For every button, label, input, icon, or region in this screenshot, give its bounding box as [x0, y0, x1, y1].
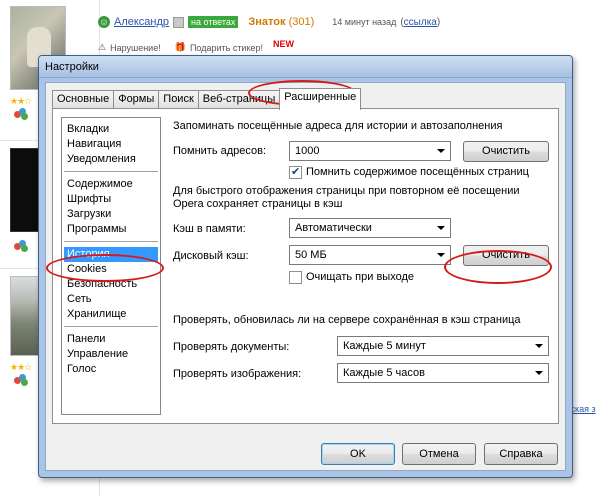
remember-addresses-label: Помнить адресов:: [173, 145, 267, 157]
new-badge: NEW: [273, 39, 294, 49]
settings-dialog: Настройки Основные Формы Поиск Веб-стран…: [38, 55, 573, 478]
chevron-down-icon: [535, 344, 543, 348]
category-network[interactable]: Сеть: [64, 292, 158, 307]
help-button[interactable]: Справка: [484, 443, 558, 465]
rating-stars-icon: ★★☆: [10, 96, 32, 106]
users-icon: [14, 108, 28, 120]
chevron-down-icon: [437, 149, 445, 153]
category-tabs[interactable]: Вкладки: [64, 122, 158, 137]
history-heading: Запоминать посещённые адреса для истории…: [173, 120, 503, 132]
dialog-body: Основные Формы Поиск Веб-страницы Расшир…: [45, 82, 566, 471]
advanced-panel: Вкладки Навигация Уведомления Содержимое…: [52, 108, 559, 424]
permalink: (ссылка): [400, 16, 441, 28]
category-voice[interactable]: Голос: [64, 362, 158, 377]
remember-content-checkbox[interactable]: [289, 165, 302, 179]
rank-label: Знаток (301): [248, 16, 315, 28]
users-icon: [14, 374, 28, 386]
memory-cache-label: Кэш в памяти:: [173, 223, 246, 235]
category-notifications[interactable]: Уведомления: [64, 152, 158, 167]
category-content[interactable]: Содержимое: [64, 177, 158, 192]
gift-sticker-link[interactable]: Подарить стикер!: [190, 43, 263, 53]
remember-content-label[interactable]: Помнить содержимое посещённых страниц: [306, 166, 529, 178]
author-name-link[interactable]: Александр: [114, 16, 169, 28]
answer-actions: ⚠ Нарушение! 🎁 Подарить стикер!: [98, 42, 263, 53]
tab-general[interactable]: Основные: [52, 90, 115, 109]
report-icon: ⚠: [98, 42, 107, 52]
clear-on-exit-checkbox[interactable]: [289, 271, 302, 284]
tab-strip: Основные Формы Поиск Веб-страницы Расшир…: [52, 88, 362, 110]
category-downloads[interactable]: Загрузки: [64, 207, 158, 222]
rating-stars-icon: ★★☆: [10, 362, 32, 372]
chevron-down-icon: [437, 253, 445, 257]
category-separator: [64, 171, 158, 172]
clear-history-button[interactable]: Очистить: [463, 141, 549, 162]
clear-on-exit-label[interactable]: Очищать при выходе: [306, 271, 414, 283]
remember-addresses-select[interactable]: 1000: [289, 141, 451, 161]
clear-cache-button[interactable]: Очистить: [463, 245, 549, 266]
category-list[interactable]: Вкладки Навигация Уведомления Содержимое…: [61, 117, 161, 415]
permalink-link[interactable]: ссылка: [404, 17, 437, 28]
tab-webpages[interactable]: Веб-страницы: [197, 90, 281, 109]
category-separator: [64, 326, 158, 327]
category-storage[interactable]: Хранилище: [64, 307, 158, 322]
tab-advanced[interactable]: Расширенные: [279, 88, 362, 110]
tab-search[interactable]: Поиск: [158, 90, 199, 109]
category-fonts[interactable]: Шрифты: [64, 192, 158, 207]
report-link[interactable]: Нарушение!: [110, 43, 161, 53]
chevron-down-icon: [535, 371, 543, 375]
tab-forms[interactable]: Формы: [113, 90, 160, 109]
memory-cache-select[interactable]: Автоматически: [289, 218, 451, 238]
check-images-label: Проверять изображения:: [173, 368, 302, 380]
user-status-icon: ☺: [98, 16, 110, 28]
disk-cache-select[interactable]: 50 МБ: [289, 245, 451, 265]
check-documents-select[interactable]: Каждые 5 минут: [337, 336, 549, 356]
category-history[interactable]: История: [64, 247, 158, 262]
check-documents-label: Проверять документы:: [173, 341, 290, 353]
author-menu-icon[interactable]: [173, 16, 185, 28]
category-control[interactable]: Управление: [64, 347, 158, 362]
dialog-title: Настройки: [45, 61, 99, 73]
post-time: 14 минут назад: [332, 17, 397, 27]
status-badge: на ответах: [188, 16, 239, 28]
category-navigation[interactable]: Навигация: [64, 137, 158, 152]
history-settings: Запоминать посещённые адреса для истории…: [173, 109, 553, 423]
chevron-down-icon: [437, 226, 445, 230]
category-programs[interactable]: Программы: [64, 222, 158, 237]
users-icon: [14, 240, 28, 252]
gift-icon: 🎁: [174, 42, 186, 52]
check-heading: Проверять, обновилась ли на сервере сохр…: [173, 314, 521, 326]
cache-heading-line1: Для быстрого отображения страницы при по…: [173, 185, 520, 197]
answer-author-row: ☺ Александр на ответах Знаток (301) 14 м…: [98, 14, 440, 30]
ok-button[interactable]: OK: [321, 443, 395, 465]
dialog-titlebar[interactable]: Настройки: [39, 56, 572, 78]
category-cookies[interactable]: Cookies: [64, 262, 158, 277]
category-separator: [64, 241, 158, 242]
category-toolbars[interactable]: Панели: [64, 332, 158, 347]
check-images-select[interactable]: Каждые 5 часов: [337, 363, 549, 383]
cancel-button[interactable]: Отмена: [402, 443, 476, 465]
category-security[interactable]: Безопасность: [64, 277, 158, 292]
cache-heading-line2: Opera сохраняет страницы в кэш: [173, 198, 343, 210]
disk-cache-label: Дисковый кэш:: [173, 250, 249, 262]
